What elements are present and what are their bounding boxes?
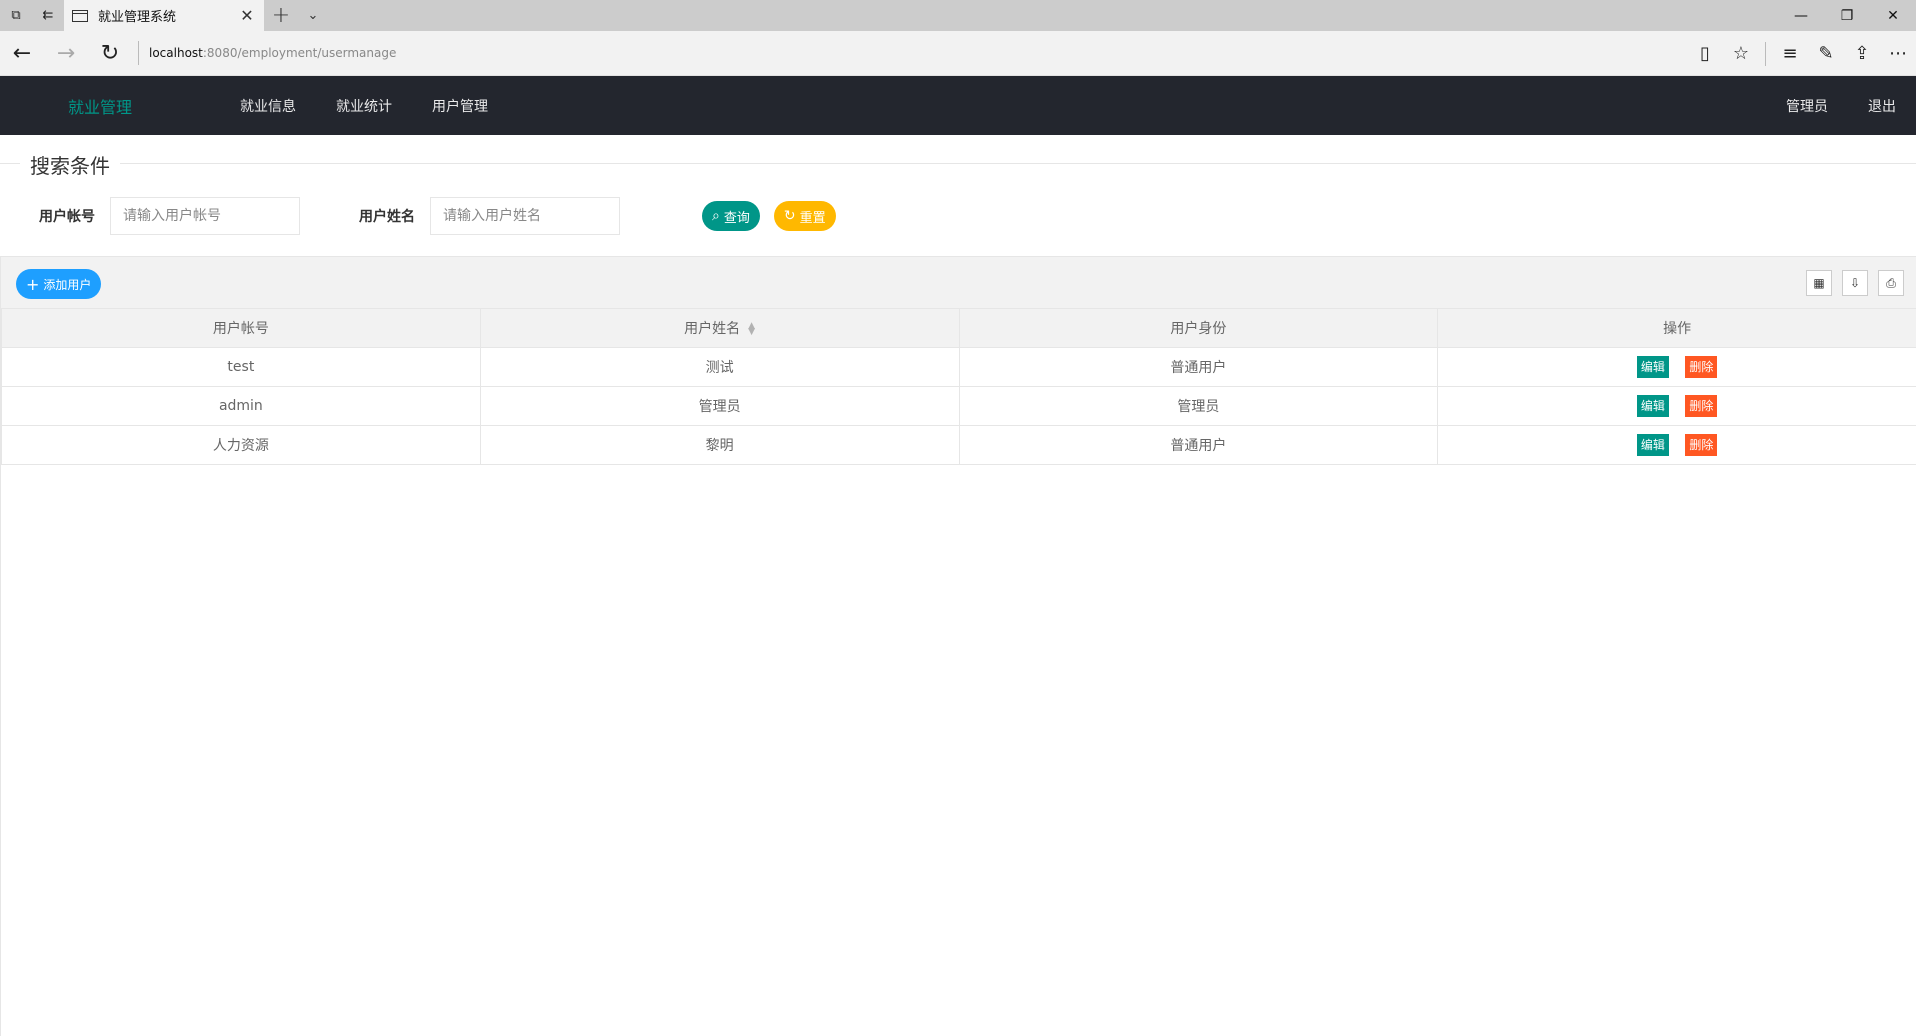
toolbar-divider bbox=[1765, 41, 1766, 66]
hub-icon[interactable]: ≡ bbox=[1772, 31, 1808, 76]
user-table-panel: + 添加用户 ▦ ⇩ ⎙ 用户帐号 用户姓名 ▲ ▼ 用户身份 操作 test 测试… bbox=[0, 256, 1916, 1036]
add-user-label: 添加用户 bbox=[43, 277, 92, 292]
app-header: 就业管理 就业信息 就业统计 用户管理 管理员 退出 bbox=[0, 76, 1916, 135]
url-field[interactable]: localhost:8080/employment/usermanage bbox=[149, 46, 396, 60]
user-nav: 管理员 退出 bbox=[1766, 76, 1916, 135]
edit-button[interactable]: 编辑 bbox=[1636, 395, 1669, 417]
app-logo[interactable]: 就业管理 bbox=[68, 94, 132, 118]
cell-actions: 编辑 删除 bbox=[1437, 425, 1916, 465]
user-table: 用户帐号 用户姓名 ▲ ▼ 用户身份 操作 test 测试 普通用户 编辑 删除 a… bbox=[1, 308, 1916, 465]
forward-icon[interactable]: → bbox=[44, 31, 88, 76]
cell-account: 人力资源 bbox=[1, 425, 481, 465]
search-legend: 搜索条件 bbox=[20, 150, 120, 179]
set-aside-tabs-icon[interactable]: ⇇ bbox=[32, 0, 64, 31]
search-form: 用户帐号 用户姓名 ⌕ 查询 ↻ 重置 bbox=[0, 197, 836, 235]
chevron-down-icon[interactable]: ⌄ bbox=[298, 8, 328, 23]
account-input[interactable] bbox=[110, 197, 300, 235]
current-user[interactable]: 管理员 bbox=[1766, 76, 1848, 135]
refresh-icon[interactable]: ↻ bbox=[88, 31, 132, 76]
reading-view-icon[interactable]: ▯ bbox=[1687, 31, 1723, 76]
tab-groups-icon[interactable]: ⧉ bbox=[0, 0, 32, 31]
web-note-icon[interactable]: ✎ bbox=[1808, 31, 1844, 76]
refresh-icon: ↻ bbox=[783, 208, 796, 224]
tab-title: 就业管理系统 bbox=[98, 10, 177, 25]
export-icon[interactable]: ⇩ bbox=[1842, 270, 1868, 296]
table-row: 人力资源 黎明 普通用户 编辑 删除 bbox=[1, 425, 1916, 465]
main-nav: 就业信息 就业统计 用户管理 bbox=[220, 76, 508, 135]
column-header-actions: 操作 bbox=[1437, 308, 1916, 348]
url-host: localhost bbox=[149, 46, 203, 60]
more-icon[interactable]: ⋯ bbox=[1880, 31, 1916, 76]
close-tab-icon[interactable]: ✕ bbox=[238, 6, 256, 25]
page-icon bbox=[72, 9, 88, 22]
edit-button[interactable]: 编辑 bbox=[1636, 356, 1669, 378]
account-label: 用户帐号 bbox=[39, 209, 95, 225]
cell-actions: 编辑 删除 bbox=[1437, 386, 1916, 426]
plus-icon: + bbox=[26, 274, 40, 294]
name-label: 用户姓名 bbox=[359, 209, 415, 225]
cell-account: test bbox=[1, 347, 481, 387]
column-header-account: 用户帐号 bbox=[1, 308, 481, 348]
column-filter-icon[interactable]: ▦ bbox=[1806, 270, 1832, 296]
address-bar: ← → ↻ localhost:8080/employment/usermana… bbox=[0, 31, 1916, 76]
table-row: test 测试 普通用户 编辑 删除 bbox=[1, 347, 1916, 387]
column-header-name-label: 用户姓名 bbox=[684, 321, 741, 337]
delete-button[interactable]: 删除 bbox=[1685, 395, 1718, 417]
column-header-name[interactable]: 用户姓名 ▲ ▼ bbox=[479, 308, 960, 348]
new-tab-icon[interactable]: + bbox=[264, 3, 298, 28]
column-header-role: 用户身份 bbox=[958, 308, 1439, 348]
cell-role: 普通用户 bbox=[958, 425, 1439, 465]
sort-icon[interactable]: ▲ ▼ bbox=[748, 322, 755, 337]
back-icon[interactable]: ← bbox=[0, 31, 44, 76]
edit-button[interactable]: 编辑 bbox=[1636, 434, 1669, 456]
table-tools: ▦ ⇩ ⎙ bbox=[1796, 270, 1904, 296]
print-icon[interactable]: ⎙ bbox=[1878, 270, 1904, 296]
cell-name: 管理员 bbox=[479, 386, 960, 426]
cell-name: 黎明 bbox=[479, 425, 960, 465]
favorite-star-icon[interactable]: ☆ bbox=[1723, 31, 1759, 76]
nav-user-management[interactable]: 用户管理 bbox=[412, 76, 508, 135]
table-row: admin 管理员 管理员 编辑 删除 bbox=[1, 386, 1916, 426]
share-icon[interactable]: ⇪ bbox=[1844, 31, 1880, 76]
add-user-button[interactable]: + 添加用户 bbox=[16, 269, 102, 299]
name-input[interactable] bbox=[430, 197, 620, 235]
query-button-label: 查询 bbox=[723, 210, 750, 226]
close-window-icon[interactable]: ✕ bbox=[1870, 0, 1916, 31]
query-button[interactable]: ⌕ 查询 bbox=[702, 201, 760, 231]
reset-button-label: 重置 bbox=[799, 210, 826, 226]
logout-link[interactable]: 退出 bbox=[1848, 76, 1916, 135]
nav-employment-info[interactable]: 就业信息 bbox=[220, 76, 316, 135]
minimize-icon[interactable]: — bbox=[1778, 0, 1824, 31]
cell-account: admin bbox=[1, 386, 481, 426]
cell-name: 测试 bbox=[479, 347, 960, 387]
cell-role: 普通用户 bbox=[958, 347, 1439, 387]
restore-icon[interactable]: ❐ bbox=[1824, 0, 1870, 31]
cell-role: 管理员 bbox=[958, 386, 1439, 426]
url-divider bbox=[138, 41, 139, 65]
search-icon: ⌕ bbox=[712, 208, 720, 224]
browser-tab[interactable]: 就业管理系统 ✕ bbox=[64, 0, 264, 31]
delete-button[interactable]: 删除 bbox=[1685, 434, 1718, 456]
reset-button[interactable]: ↻ 重置 bbox=[773, 201, 836, 231]
table-toolbar: + 添加用户 ▦ ⇩ ⎙ bbox=[1, 256, 1916, 308]
browser-actions: ▯ ☆ ≡ ✎ ⇪ ⋯ bbox=[1687, 31, 1916, 76]
url-path: :8080/employment/usermanage bbox=[202, 46, 397, 60]
browser-tabstrip: ⧉ ⇇ 就业管理系统 ✕ + ⌄ — ❐ ✕ bbox=[0, 0, 1916, 31]
window-controls: — ❐ ✕ bbox=[1778, 0, 1916, 31]
delete-button[interactable]: 删除 bbox=[1685, 356, 1718, 378]
cell-actions: 编辑 删除 bbox=[1437, 347, 1916, 387]
table-header-row: 用户帐号 用户姓名 ▲ ▼ 用户身份 操作 bbox=[1, 308, 1916, 348]
nav-employment-stats[interactable]: 就业统计 bbox=[316, 76, 412, 135]
